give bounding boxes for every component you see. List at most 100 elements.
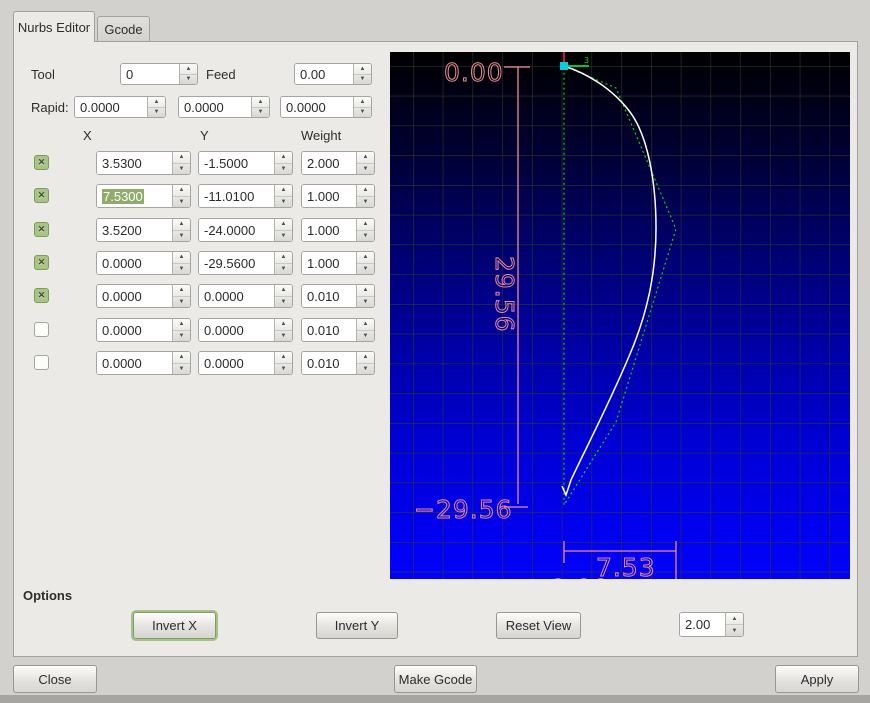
point-enable-checkbox[interactable]: ✕ — [34, 222, 49, 237]
spin-up-button[interactable]: ▲ — [148, 97, 165, 108]
x-spinbox[interactable]: 7.5300 ▲ ▼ — [96, 184, 191, 208]
spin-down-button[interactable]: ▼ — [357, 231, 374, 242]
make-gcode-button[interactable]: Make Gcode — [394, 665, 477, 693]
spin-up-button[interactable]: ▲ — [354, 64, 371, 75]
x-spinbox[interactable]: 3.5300 ▲ ▼ — [96, 151, 191, 175]
x-spinbox[interactable]: 0.0000 ▲ ▼ — [96, 284, 191, 308]
x-spinbox[interactable]: 0.0000 ▲ ▼ — [96, 351, 191, 375]
spin-down-button[interactable]: ▼ — [252, 108, 269, 118]
spin-up-button[interactable]: ▲ — [275, 352, 292, 364]
spin-down-button[interactable]: ▼ — [275, 297, 292, 308]
spin-down-button[interactable]: ▼ — [173, 197, 190, 208]
scale-spinbox[interactable]: 2.00 ▲ ▼ — [679, 612, 744, 637]
spin-down-button[interactable]: ▼ — [357, 364, 374, 375]
spin-down-button[interactable]: ▼ — [357, 331, 374, 342]
spin-up-button[interactable]: ▲ — [357, 152, 374, 164]
reset-view-button[interactable]: Reset View — [496, 612, 581, 639]
spin-down-button[interactable]: ▼ — [173, 331, 190, 342]
weight-spinbox[interactable]: 1.000 ▲ ▼ — [301, 218, 375, 242]
tab-gcode[interactable]: Gcode — [97, 16, 150, 41]
spin-down-button[interactable]: ▼ — [275, 197, 292, 208]
spin-down-button[interactable]: ▼ — [275, 264, 292, 275]
spin-up-button[interactable]: ▲ — [275, 285, 292, 297]
spin-up-button[interactable]: ▲ — [180, 64, 197, 75]
invert-x-button[interactable]: Invert X — [133, 612, 216, 639]
spin-down-button[interactable]: ▼ — [173, 231, 190, 242]
spin-up-button[interactable]: ▲ — [275, 319, 292, 331]
y-spinbox[interactable]: -11.0100 ▲ ▼ — [198, 184, 293, 208]
tool-spinbox[interactable]: 0 ▲ ▼ — [120, 63, 198, 85]
weight-value: 0.010 — [307, 322, 340, 338]
apply-button[interactable]: Apply — [775, 665, 859, 693]
spin-up-button[interactable]: ▲ — [357, 285, 374, 297]
spin-up-button[interactable]: ▲ — [173, 319, 190, 331]
point-enable-checkbox[interactable]: ✕ — [34, 322, 49, 337]
spin-down-button[interactable]: ▼ — [354, 108, 371, 118]
point-enable-checkbox[interactable]: ✕ — [34, 155, 49, 170]
weight-spinbox[interactable]: 1.000 ▲ ▼ — [301, 184, 375, 208]
spin-down-button[interactable]: ▼ — [275, 164, 292, 175]
point-enable-checkbox[interactable]: ✕ — [34, 188, 49, 203]
tab-nurbs-editor[interactable]: Nurbs Editor — [13, 11, 95, 42]
y-spinbox[interactable]: -1.5000 ▲ ▼ — [198, 151, 293, 175]
rapid-z-spinbox[interactable]: 0.0000 ▲ ▼ — [280, 96, 372, 118]
close-button[interactable]: Close — [13, 665, 97, 693]
y-spinbox[interactable]: -24.0000 ▲ ▼ — [198, 218, 293, 242]
y-spinbox[interactable]: -29.5600 ▲ ▼ — [198, 251, 293, 275]
spin-up-button[interactable]: ▲ — [357, 219, 374, 231]
spin-up-button[interactable]: ▲ — [275, 185, 292, 197]
nurbs-preview-canvas[interactable]: 3 0.00 29.56 −29.56 7.53 0.00 — [390, 52, 850, 579]
invert-y-button[interactable]: Invert Y — [316, 612, 398, 639]
spin-down-button[interactable]: ▼ — [354, 75, 371, 85]
rapid-x-spinbox[interactable]: 0.0000 ▲ ▼ — [74, 96, 166, 118]
point-enable-checkbox[interactable]: ✕ — [34, 255, 49, 270]
y-spinbox[interactable]: 0.0000 ▲ ▼ — [198, 351, 293, 375]
spin-down-button[interactable]: ▼ — [173, 297, 190, 308]
weight-spinbox[interactable]: 0.010 ▲ ▼ — [301, 351, 375, 375]
spin-up-button[interactable]: ▲ — [726, 613, 743, 625]
spin-down-button[interactable]: ▼ — [357, 197, 374, 208]
weight-spinbox[interactable]: 0.010 ▲ ▼ — [301, 284, 375, 308]
spin-up-button[interactable]: ▲ — [357, 252, 374, 264]
spin-up-button[interactable]: ▲ — [173, 185, 190, 197]
spin-up-button[interactable]: ▲ — [357, 352, 374, 364]
x-spinbox[interactable]: 0.0000 ▲ ▼ — [96, 251, 191, 275]
x-spinbox[interactable]: 3.5200 ▲ ▼ — [96, 218, 191, 242]
spin-up-button[interactable]: ▲ — [275, 152, 292, 164]
spin-up-button[interactable]: ▲ — [173, 285, 190, 297]
spin-down-button[interactable]: ▼ — [173, 364, 190, 375]
spin-down-button[interactable]: ▼ — [173, 164, 190, 175]
spin-up-button[interactable]: ▲ — [252, 97, 269, 108]
point-enable-checkbox[interactable]: ✕ — [34, 288, 49, 303]
spin-up-button[interactable]: ▲ — [173, 352, 190, 364]
spin-down-button[interactable]: ▼ — [275, 331, 292, 342]
y-spinbox[interactable]: 0.0000 ▲ ▼ — [198, 318, 293, 342]
feed-spinbox[interactable]: 0.00 ▲ ▼ — [294, 63, 372, 85]
rapid-y-spinbox[interactable]: 0.0000 ▲ ▼ — [178, 96, 270, 118]
point-enable-checkbox[interactable]: ✕ — [34, 355, 49, 370]
spin-up-button[interactable]: ▲ — [354, 97, 371, 108]
weight-spinbox[interactable]: 1.000 ▲ ▼ — [301, 251, 375, 275]
spin-up-button[interactable]: ▲ — [173, 152, 190, 164]
spin-down-button[interactable]: ▼ — [357, 297, 374, 308]
spin-down-button[interactable]: ▼ — [357, 264, 374, 275]
spin-down-button[interactable]: ▼ — [275, 231, 292, 242]
y-spinbox[interactable]: 0.0000 ▲ ▼ — [198, 284, 293, 308]
spin-down-button[interactable]: ▼ — [173, 264, 190, 275]
weight-spinbox[interactable]: 0.010 ▲ ▼ — [301, 318, 375, 342]
spin-down-button[interactable]: ▼ — [148, 108, 165, 118]
spin-down-button[interactable]: ▼ — [275, 364, 292, 375]
spin-up-button[interactable]: ▲ — [357, 319, 374, 331]
dim-height-label: 29.56 — [490, 256, 519, 333]
spin-up-button[interactable]: ▲ — [275, 219, 292, 231]
spin-up-button[interactable]: ▲ — [173, 219, 190, 231]
spin-down-button[interactable]: ▼ — [180, 75, 197, 85]
start-point-marker[interactable] — [560, 62, 568, 70]
spin-up-button[interactable]: ▲ — [173, 252, 190, 264]
spin-down-button[interactable]: ▼ — [726, 625, 743, 636]
spin-up-button[interactable]: ▲ — [357, 185, 374, 197]
x-spinbox[interactable]: 0.0000 ▲ ▼ — [96, 318, 191, 342]
spin-up-button[interactable]: ▲ — [275, 252, 292, 264]
weight-spinbox[interactable]: 2.000 ▲ ▼ — [301, 151, 375, 175]
spin-down-button[interactable]: ▼ — [357, 164, 374, 175]
